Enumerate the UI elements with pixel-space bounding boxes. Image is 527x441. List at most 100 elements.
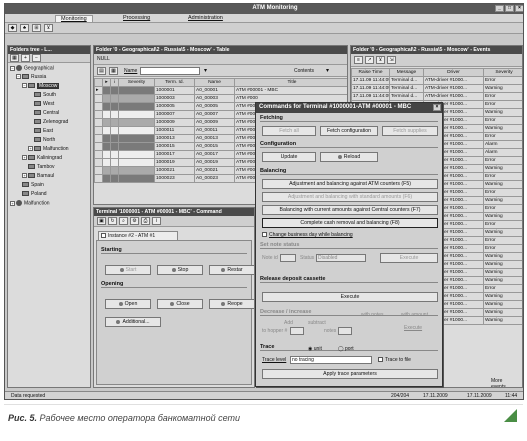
grid-view-icon[interactable]: ▦ (109, 67, 118, 75)
home-icon[interactable]: ◆ (8, 24, 17, 32)
additional-button[interactable]: Additional... (105, 317, 161, 327)
set-note-execute-button[interactable]: Execute (380, 253, 438, 263)
export-icon[interactable]: ⇲ (387, 56, 396, 64)
tree-icon[interactable]: ⊞ (32, 24, 41, 32)
table-row[interactable]: ▸ 1000001 A0_00001 ATM #00001 - MBC (94, 86, 347, 95)
tree-node-east[interactable]: East (34, 128, 53, 136)
tree-node-north[interactable]: North (34, 137, 55, 145)
subtract-radio[interactable]: subtract (308, 320, 326, 326)
menu-processing[interactable]: Processing (123, 15, 150, 21)
folders-tree-pane: Folders tree - L... ▦ + − − Geographical … (7, 45, 91, 388)
balancing-standard-amounts-button[interactable]: Adjustment and balancing with standard a… (262, 192, 438, 202)
contents-dropdown-icon[interactable]: ▾ (326, 67, 329, 74)
terminal-icon[interactable]: ▣ (97, 217, 106, 225)
search-dropdown-icon[interactable]: ▾ (204, 67, 207, 74)
decrease-execute-button[interactable]: Execute (404, 325, 422, 331)
notes-input[interactable] (338, 327, 352, 335)
hopper-input[interactable] (290, 327, 304, 335)
fetch-configuration-button[interactable]: Fetch configuration (320, 126, 378, 136)
reload-button[interactable]: Reload (320, 152, 378, 162)
info-icon[interactable]: i (110, 78, 119, 87)
fetch-all-button[interactable]: Fetch all (262, 126, 316, 136)
menu-administration[interactable]: Administration (188, 15, 223, 21)
tree-node-russia[interactable]: − Russia (16, 74, 46, 82)
trace-to-file-checkbox[interactable]: Trace to file (378, 357, 411, 363)
search-icon[interactable]: ⌕ (119, 217, 128, 225)
tree-node-central[interactable]: Central (34, 110, 59, 118)
delete-folder-icon[interactable]: − (32, 54, 41, 62)
tree-node-spain[interactable]: Spain (22, 182, 44, 190)
close-button[interactable]: × (515, 5, 523, 12)
chart-icon[interactable]: ↗ (365, 56, 374, 64)
add-folder-icon[interactable]: + (21, 54, 30, 62)
reopen-button[interactable]: Reope (209, 299, 254, 309)
change-business-day-checkbox[interactable]: Change business day while balancing (262, 232, 353, 238)
tree-node-poland[interactable]: Poland (22, 191, 47, 199)
folder-icon (28, 83, 35, 89)
col-name[interactable]: Name (194, 78, 235, 87)
col-raise-time[interactable]: Raise Time (351, 68, 390, 77)
filter-icon[interactable]: ⊻ (44, 24, 53, 32)
tree-node-kaliningrad[interactable]: + Kaliningrad (22, 155, 62, 163)
tree-node-zelenograd[interactable]: Zelenograd (34, 119, 68, 127)
release-execute-button[interactable]: Execute (262, 292, 438, 302)
open-button[interactable]: Open (105, 299, 151, 309)
add-radio[interactable]: Add (284, 320, 293, 326)
fetch-supplies-button[interactable]: Fetch supplies (382, 126, 438, 136)
tab-instance[interactable]: Instance #2 - ATM #1 (98, 231, 178, 240)
note-id-input[interactable] (280, 254, 296, 262)
refresh-icon[interactable]: ↻ (108, 217, 117, 225)
menu-monitoring[interactable]: Monitoring (55, 15, 93, 22)
print-icon[interactable]: ⎙ (141, 217, 150, 225)
stop-button[interactable]: Stop (157, 265, 203, 275)
col-message[interactable]: Message (389, 68, 424, 77)
tree-node-moscow[interactable]: − Moscow (22, 83, 60, 91)
dialog-close-icon[interactable]: × (433, 104, 441, 111)
event-sev: Error (483, 188, 522, 197)
info-icon[interactable]: i (152, 217, 161, 225)
tree-node-malfunction-root[interactable]: + Malfunction (10, 200, 50, 208)
trace-level-select[interactable]: no tracing (290, 356, 372, 364)
status-select[interactable]: Disabled (316, 254, 366, 262)
view-icon[interactable]: ▦ (10, 54, 19, 62)
balancing-central-counters-button[interactable]: Balancing with current amounts against C… (262, 205, 438, 215)
col-title[interactable]: Title (234, 78, 347, 87)
event-row[interactable]: 17.11.09 11:44:09 Terminal d... ATM-driver… (351, 84, 522, 93)
port-radio[interactable]: ◯ port (338, 346, 354, 352)
network-icon[interactable]: ♣ (20, 24, 29, 32)
apply-trace-button[interactable]: Apply trace parameters (262, 369, 438, 379)
events-toolbar: ≡ ↗ ⊻ ⇲ (351, 54, 522, 67)
sort-icon[interactable]: ▸ (102, 78, 111, 87)
list-icon[interactable]: ≡ (354, 56, 363, 64)
balancing-atm-counters-button[interactable]: Adjustment and balancing against ATM cou… (262, 179, 438, 189)
col-term-id[interactable]: Term. Id. (154, 78, 195, 87)
tree-node-malfunction[interactable]: + Malfunction (28, 146, 69, 154)
table-view-icon[interactable]: ▤ (97, 67, 106, 75)
tree-node-tambov[interactable]: Tambov (28, 164, 55, 172)
restart-button[interactable]: Restar (209, 265, 254, 275)
col-severity[interactable]: Severity (118, 78, 155, 87)
tree-node-barnaul[interactable]: + Barnaul (22, 173, 54, 181)
name-search-input[interactable] (140, 67, 200, 75)
tree-node-geographical[interactable]: − Geographical (10, 65, 54, 73)
with-notes-radio[interactable]: with notes (361, 312, 384, 318)
with-amount-radio[interactable]: with amount (401, 312, 428, 318)
start-button[interactable]: Start (105, 265, 151, 275)
settings-icon[interactable]: ⚙ (130, 217, 139, 225)
event-row[interactable]: 17.11.09 11:44:09 Terminal d... ATM-driver… (351, 92, 522, 101)
event-row[interactable]: 17.11.09 11:44:09 Terminal d... ATM-driver… (351, 76, 522, 85)
folder-icon (34, 119, 41, 125)
complete-cash-removal-button[interactable]: Complete cash removal and balancing (F8) (262, 218, 438, 228)
close-terminal-button[interactable]: Close (157, 299, 203, 309)
folder-icon (22, 182, 29, 188)
col-driver[interactable]: Driver (423, 68, 484, 77)
unit-radio[interactable]: ◉ unit (308, 346, 322, 352)
minimize-button[interactable]: _ (495, 5, 504, 12)
filter-icon[interactable]: ⊻ (376, 56, 385, 64)
maximize-button[interactable]: □ (505, 5, 514, 12)
col-event-severity[interactable]: Severity (483, 68, 522, 77)
tree-node-south[interactable]: South (34, 92, 56, 100)
more-events-link[interactable]: More events... (491, 378, 522, 387)
tree-node-west[interactable]: West (34, 101, 54, 109)
update-button[interactable]: Update (262, 152, 316, 162)
